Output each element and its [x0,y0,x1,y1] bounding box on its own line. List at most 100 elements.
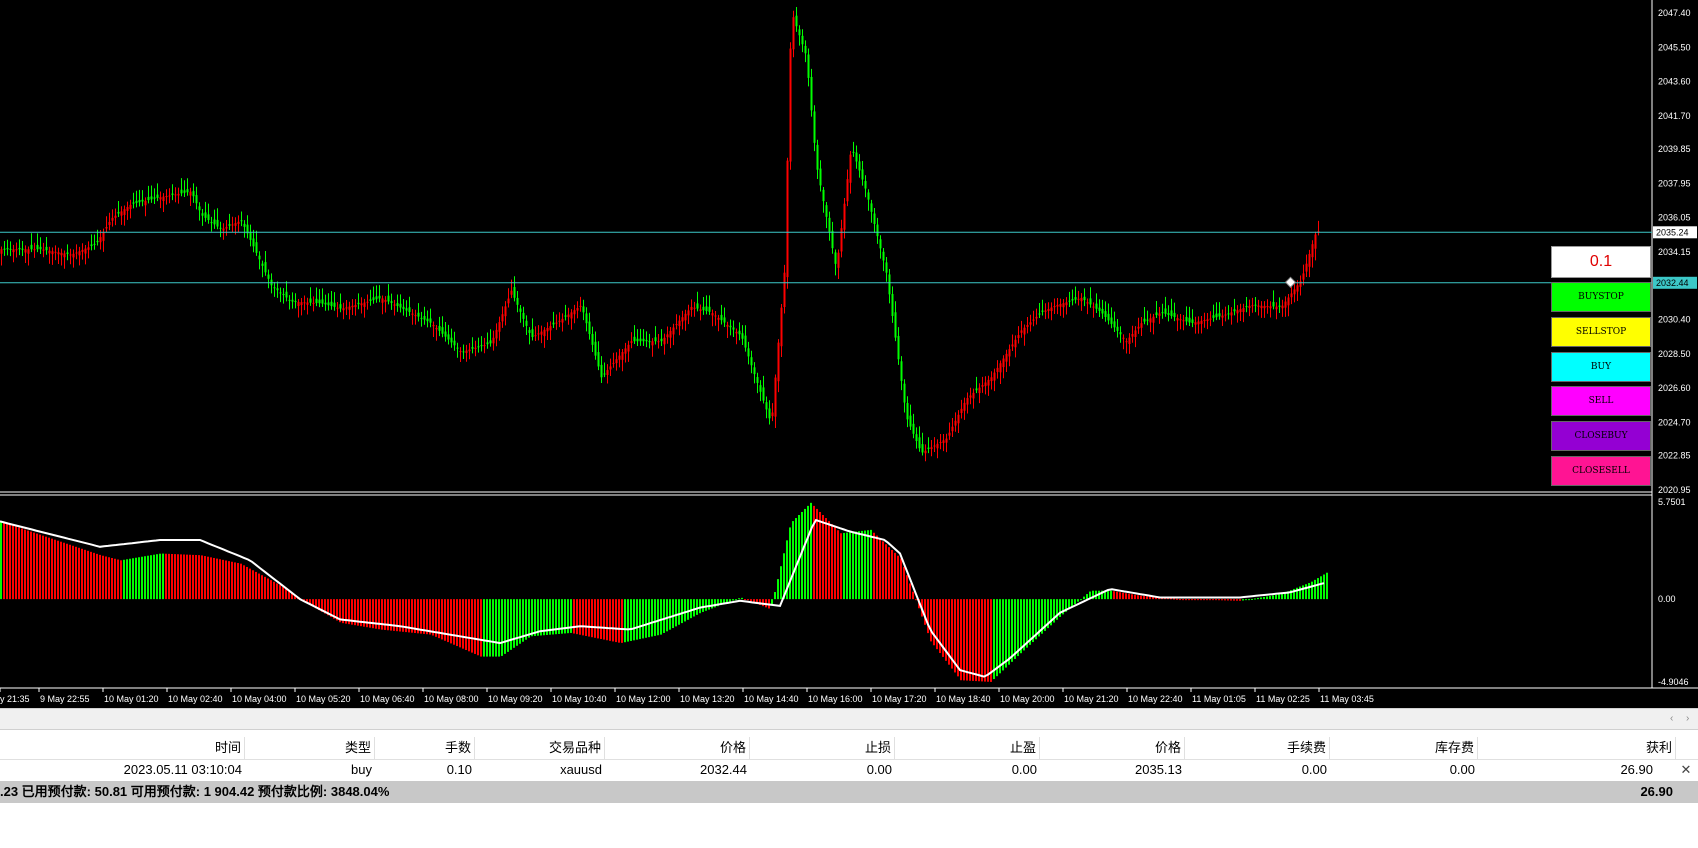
candle-body [1158,313,1161,316]
oscillator-bar [1278,594,1280,600]
candle-body [564,315,567,317]
candle-body [390,301,393,303]
lot-size-input[interactable]: 0.1 [1551,246,1651,278]
table-row[interactable]: 26.90 0.00 0.00 2035.13 0.00 0.00 2032.44 xauus… [0,759,1698,782]
candle-body [621,352,624,360]
candle-body [1107,313,1110,321]
oscillator-bar [1188,599,1190,601]
column-header[interactable]: 类型 [245,737,375,759]
oscillator-bar [48,537,50,600]
closesell-button[interactable]: CLOSESELL [1551,456,1651,486]
oscillator-bar [204,556,206,600]
buy-button[interactable]: BUY [1551,352,1651,382]
column-header[interactable]: 止损 [750,737,895,759]
candle-body [1209,318,1212,320]
candle-body [150,196,153,200]
candle-body [315,298,318,304]
oscillator-bar [1131,594,1133,600]
oscillator-bar [108,557,110,600]
close-order-icon[interactable]: ✕ [1678,759,1694,781]
candle-body [183,190,186,193]
candle-body [1011,344,1014,347]
candle-body [690,306,693,310]
sell-button[interactable]: SELL [1551,386,1651,416]
candle-body [195,195,198,204]
oscillator-bar [693,599,695,617]
oscillator-axis-label: -4.9046 [1658,677,1689,687]
oscillator-bar [39,534,41,600]
oscillator-bar [27,530,29,600]
oscillator-bar [126,559,128,600]
oscillator-bar [1176,598,1178,600]
oscillator-bar [1230,599,1232,601]
candle-body [1089,298,1092,305]
oscillator-bar [495,599,497,657]
candle-body [582,306,585,313]
candle-body [363,302,366,307]
oscillator-bar [243,565,245,600]
oscillator-bar [30,531,32,600]
candle-body [918,437,921,449]
scroll-left-icon[interactable]: ‹ [1670,713,1673,724]
order-marker-icon [1284,276,1297,288]
candle-body [87,247,90,250]
candle-body [240,220,243,222]
candle-body [1113,321,1116,328]
sellstop-button[interactable]: SELLSTOP [1551,317,1651,347]
candle-body [1047,308,1050,311]
oscillator-bar [777,579,779,600]
candle-body [144,200,147,206]
candle-body [480,345,483,347]
oscillator-bar [1185,599,1187,601]
column-header[interactable]: 手续费 [1185,737,1330,759]
oscillator-bar [999,599,1001,674]
oscillator-bar [822,515,824,600]
oscillator-bar [66,543,68,600]
price-chart[interactable]: 2047.40 2045.50 2043.60 2041.70 2039.85 2037.… [0,0,1698,708]
oscillator-bar [774,592,776,600]
buystop-button[interactable]: BUYSTOP [1551,282,1651,312]
candle-body [1185,316,1188,322]
candle-body [933,445,936,447]
candle-body [942,440,945,443]
oscillator-bar [609,599,611,641]
column-header[interactable]: 获利 [1478,737,1676,759]
oscillator-bar [678,599,680,625]
candle-body [741,333,744,339]
oscillator-bar [57,540,59,600]
chart-window[interactable]: 2047.40 2045.50 2043.60 2041.70 2039.85 2037.… [0,0,1698,708]
oscillator-bar [1023,599,1025,651]
oscillator-bar [996,599,998,677]
candle-body [396,303,399,307]
candle-body [762,387,765,401]
oscillator-bar [135,557,137,600]
candle-body [108,221,111,226]
column-header[interactable]: 库存费 [1330,737,1478,759]
oscillator-bar [882,541,884,600]
candle-body [1302,273,1305,280]
candle-body [669,330,672,338]
candle-body [675,324,678,326]
scroll-right-icon[interactable]: › [1686,713,1689,724]
oscillator-bar [972,599,974,681]
oscillator-bar [63,542,65,600]
candle-body [330,301,333,307]
closebuy-button[interactable]: CLOSEBUY [1551,421,1651,451]
candle-body [897,335,900,360]
oscillator-bar [1266,596,1268,600]
candle-body [906,403,909,420]
column-header[interactable]: 价格 [605,737,750,759]
time-axis-label: 11 May 03:45 [1320,694,1374,704]
oscillator-bar [1275,594,1277,600]
column-header[interactable]: 价格 [1040,737,1185,759]
oscillator-bar [492,599,494,657]
terminal-scroll-strip[interactable]: ‹ › [0,708,1698,730]
column-header[interactable]: 交易品种 [475,737,605,759]
column-header[interactable]: 时间 [0,737,245,759]
oscillator-bar [1182,599,1184,601]
column-header[interactable]: 止盈 [895,737,1040,759]
column-header[interactable]: 手数 [375,737,475,759]
candle-body [84,248,87,254]
candle-body [789,48,792,162]
candle-body [1299,281,1302,287]
